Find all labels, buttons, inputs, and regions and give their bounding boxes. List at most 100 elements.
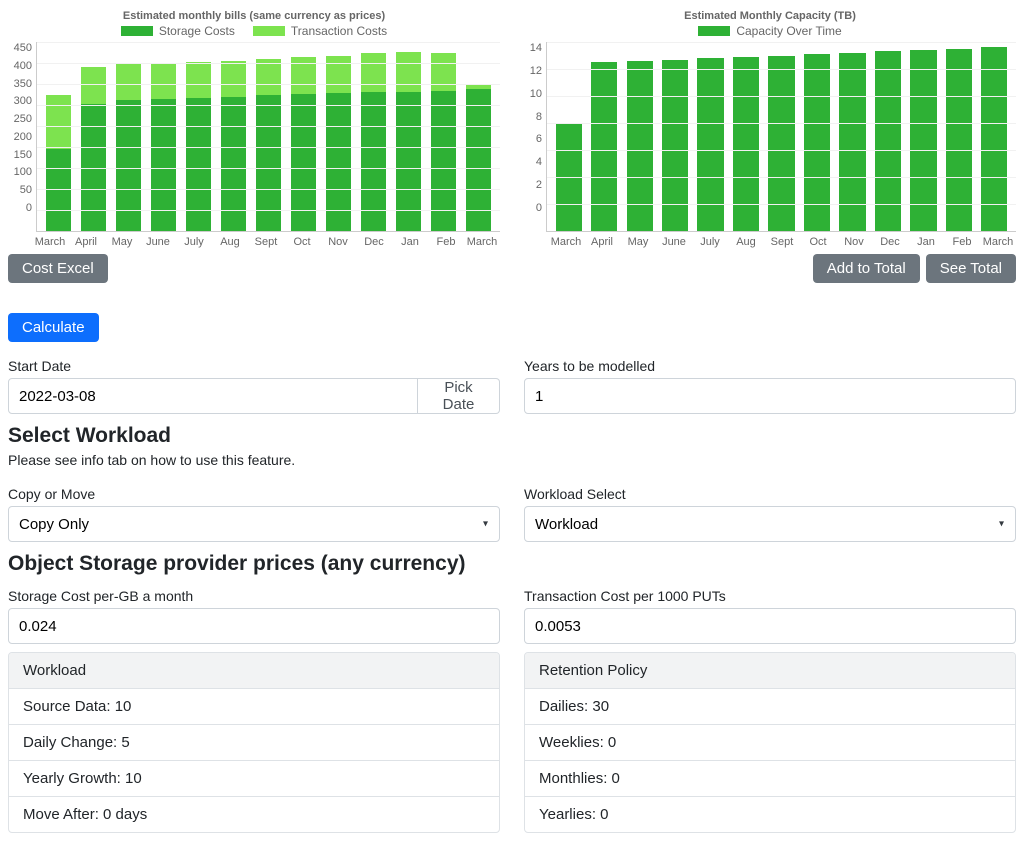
bar-segment	[151, 63, 177, 99]
bar-column	[586, 42, 621, 231]
bar-column	[41, 42, 76, 231]
xtick: July	[176, 236, 212, 248]
bar-column	[356, 42, 391, 231]
select-workload-heading: Select Workload	[8, 424, 1016, 448]
bar-column	[461, 42, 496, 231]
workload-panel-header: Workload	[9, 653, 499, 689]
txn-cost-label: Transaction Cost per 1000 PUTs	[524, 588, 1016, 604]
ytick: 10	[530, 88, 542, 100]
ytick: 300	[14, 95, 32, 107]
bar-column	[977, 42, 1012, 231]
xtick: Jan	[392, 236, 428, 248]
ytick: 450	[14, 42, 32, 54]
bar-column	[622, 42, 657, 231]
xtick: Nov	[836, 236, 872, 248]
years-label: Years to be modelled	[524, 358, 1016, 374]
bills-chart-xaxis: MarchAprilMayJuneJulyAugSeptOctNovDecJan…	[8, 236, 500, 248]
bar-column	[286, 42, 321, 231]
bar-segment	[361, 53, 387, 92]
copy-move-select[interactable]: Copy Only	[8, 506, 500, 542]
bar-segment	[627, 61, 653, 231]
xtick: Nov	[320, 236, 356, 248]
list-item: Dailies: 30	[525, 689, 1015, 725]
bar-column	[906, 42, 941, 231]
storage-cost-label: Storage Cost per-GB a month	[8, 588, 500, 604]
bar-segment	[662, 60, 688, 231]
pick-date-button[interactable]: Pick Date	[418, 378, 500, 414]
capacity-chart-xaxis: MarchAprilMayJuneJulyAugSeptOctNovDecJan…	[524, 236, 1016, 248]
legend-swatch-storage	[121, 26, 153, 36]
cost-excel-button[interactable]: Cost Excel	[8, 254, 108, 283]
bar-segment	[221, 61, 247, 97]
ytick: 12	[530, 65, 542, 77]
bar-column	[941, 42, 976, 231]
bar-column	[657, 42, 692, 231]
list-item: Monthlies: 0	[525, 761, 1015, 797]
xtick: May	[620, 236, 656, 248]
list-item: Source Data: 10	[9, 689, 499, 725]
bar-column	[764, 42, 799, 231]
add-to-total-button[interactable]: Add to Total	[813, 254, 920, 283]
bills-chart-plot	[36, 42, 500, 232]
retention-panel: Retention Policy Dailies: 30 Weeklies: 0…	[524, 652, 1016, 833]
ytick: 100	[14, 166, 32, 178]
xtick: May	[104, 236, 140, 248]
capacity-chart-plot	[546, 42, 1016, 232]
xtick: Sept	[764, 236, 800, 248]
legend-label-capacity: Capacity Over Time	[736, 24, 841, 38]
start-date-label: Start Date	[8, 358, 500, 374]
prices-heading: Object Storage provider prices (any curr…	[8, 552, 1016, 576]
xtick: June	[140, 236, 176, 248]
calculate-button[interactable]: Calculate	[8, 313, 99, 342]
legend-swatch-capacity	[698, 26, 730, 36]
xtick: July	[692, 236, 728, 248]
storage-cost-input[interactable]	[8, 608, 500, 644]
ytick: 4	[536, 156, 542, 168]
txn-cost-input[interactable]	[524, 608, 1016, 644]
bar-segment	[81, 67, 107, 104]
ytick: 150	[14, 149, 32, 161]
bar-segment	[431, 53, 457, 90]
legend-capacity[interactable]: Capacity Over Time	[698, 24, 841, 38]
bar-segment	[591, 62, 617, 231]
legend-label-storage: Storage Costs	[159, 24, 235, 38]
list-item: Yearlies: 0	[525, 797, 1015, 832]
ytick: 2	[536, 179, 542, 191]
legend-swatch-transaction	[253, 26, 285, 36]
xtick: Dec	[872, 236, 908, 248]
list-item: Daily Change: 5	[9, 725, 499, 761]
bar-column	[835, 42, 870, 231]
start-date-input[interactable]	[8, 378, 418, 414]
bills-chart-legend: Storage Costs Transaction Costs	[8, 24, 500, 38]
ytick: 14	[530, 42, 542, 54]
bar-column	[216, 42, 251, 231]
workload-select[interactable]: Workload	[524, 506, 1016, 542]
xtick: Feb	[428, 236, 464, 248]
retention-panel-header: Retention Policy	[525, 653, 1015, 689]
legend-storage[interactable]: Storage Costs	[121, 24, 235, 38]
bar-column	[76, 42, 111, 231]
xtick: March	[32, 236, 68, 248]
ytick: 6	[536, 133, 542, 145]
xtick: Jan	[908, 236, 944, 248]
ytick: 250	[14, 113, 32, 125]
bar-column	[728, 42, 763, 231]
ytick: 8	[536, 111, 542, 123]
bar-column	[111, 42, 146, 231]
bar-column	[870, 42, 905, 231]
ytick: 0	[26, 202, 32, 214]
bar-segment	[326, 56, 352, 93]
list-item: Weeklies: 0	[525, 725, 1015, 761]
bar-column	[146, 42, 181, 231]
xtick: April	[68, 236, 104, 248]
bar-segment	[116, 100, 142, 231]
years-input[interactable]	[524, 378, 1016, 414]
bar-segment	[151, 99, 177, 231]
xtick: Aug	[212, 236, 248, 248]
xtick: March	[980, 236, 1016, 248]
xtick: Sept	[248, 236, 284, 248]
see-total-button[interactable]: See Total	[926, 254, 1016, 283]
ytick: 50	[20, 184, 32, 196]
ytick: 0	[536, 202, 542, 214]
legend-transaction[interactable]: Transaction Costs	[253, 24, 387, 38]
